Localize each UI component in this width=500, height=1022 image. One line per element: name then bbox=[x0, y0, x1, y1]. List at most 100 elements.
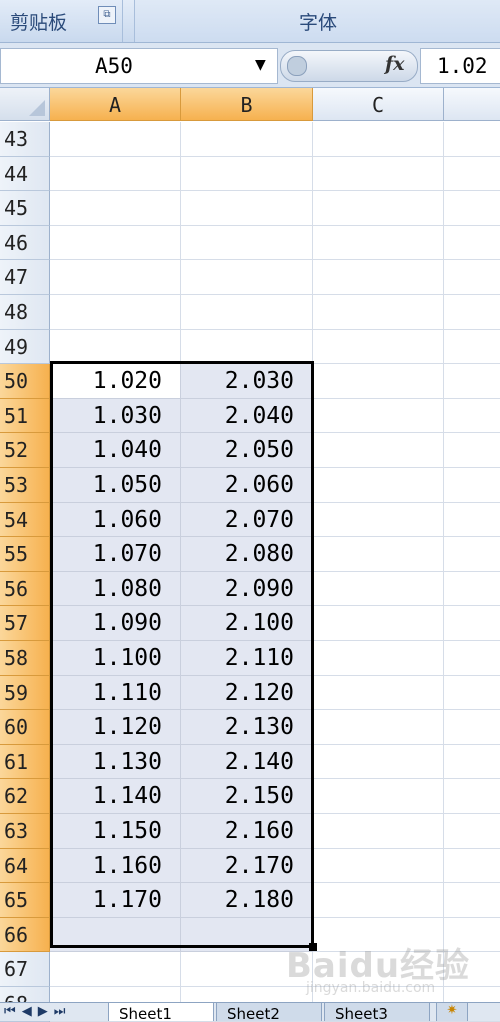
cell-d51[interactable] bbox=[444, 399, 500, 433]
row-header-64[interactable]: 64 bbox=[0, 849, 50, 883]
cell-d45[interactable] bbox=[444, 191, 500, 226]
cell-b43[interactable] bbox=[181, 122, 313, 157]
cell-c56[interactable] bbox=[313, 572, 444, 606]
cell-c51[interactable] bbox=[313, 399, 444, 433]
cell-d67[interactable] bbox=[444, 952, 500, 987]
cell-d55[interactable] bbox=[444, 537, 500, 572]
formula-input[interactable]: 1.02 bbox=[420, 48, 500, 84]
cell-a60[interactable]: 1.120 bbox=[50, 710, 181, 745]
cell-b44[interactable] bbox=[181, 157, 313, 191]
sheet-tab-1[interactable]: Sheet1 bbox=[108, 1003, 214, 1021]
cell-b51[interactable]: 2.040 bbox=[181, 399, 313, 433]
sheet-tab-3[interactable]: Sheet3 bbox=[324, 1003, 430, 1021]
cell-d58[interactable] bbox=[444, 641, 500, 676]
cell-c55[interactable] bbox=[313, 537, 444, 572]
cell-d50[interactable] bbox=[444, 364, 500, 399]
cell-b48[interactable] bbox=[181, 295, 313, 330]
cell-c43[interactable] bbox=[313, 122, 444, 157]
cell-c48[interactable] bbox=[313, 295, 444, 330]
row-header-45[interactable]: 45 bbox=[0, 191, 50, 226]
cell-a43[interactable] bbox=[50, 122, 181, 157]
cell-b47[interactable] bbox=[181, 260, 313, 295]
row-header-59[interactable]: 59 bbox=[0, 676, 50, 710]
cell-a59[interactable]: 1.110 bbox=[50, 676, 181, 710]
insert-function-button[interactable]: fx bbox=[385, 53, 405, 75]
cell-d62[interactable] bbox=[444, 779, 500, 814]
cell-a44[interactable] bbox=[50, 157, 181, 191]
dialog-launcher-icon[interactable]: ⧉ bbox=[98, 6, 116, 24]
cell-c57[interactable] bbox=[313, 606, 444, 641]
cell-a65[interactable]: 1.170 bbox=[50, 883, 181, 918]
cell-a57[interactable]: 1.090 bbox=[50, 606, 181, 641]
cell-d61[interactable] bbox=[444, 745, 500, 779]
cell-a47[interactable] bbox=[50, 260, 181, 295]
cell-b59[interactable]: 2.120 bbox=[181, 676, 313, 710]
cell-c67[interactable] bbox=[313, 952, 444, 987]
name-box[interactable]: A50 ▼ bbox=[0, 48, 278, 84]
cell-a56[interactable]: 1.080 bbox=[50, 572, 181, 606]
row-header-48[interactable]: 48 bbox=[0, 295, 50, 330]
cell-b66[interactable] bbox=[181, 918, 313, 952]
row-header-52[interactable]: 52 bbox=[0, 433, 50, 468]
cell-c63[interactable] bbox=[313, 814, 444, 849]
cell-c52[interactable] bbox=[313, 433, 444, 468]
row-header-65[interactable]: 65 bbox=[0, 883, 50, 918]
cell-b61[interactable]: 2.140 bbox=[181, 745, 313, 779]
cell-b58[interactable]: 2.110 bbox=[181, 641, 313, 676]
sheet-nav-buttons[interactable]: ⏮◀▶⏭ bbox=[0, 1004, 110, 1021]
column-header-c[interactable]: C bbox=[313, 88, 444, 121]
cell-c65[interactable] bbox=[313, 883, 444, 918]
insert-sheet-icon[interactable]: ✷ bbox=[436, 1003, 468, 1021]
cell-d54[interactable] bbox=[444, 503, 500, 537]
cell-d47[interactable] bbox=[444, 260, 500, 295]
cell-d66[interactable] bbox=[444, 918, 500, 952]
cell-a54[interactable]: 1.060 bbox=[50, 503, 181, 537]
cell-b64[interactable]: 2.170 bbox=[181, 849, 313, 883]
cell-c61[interactable] bbox=[313, 745, 444, 779]
cell-c59[interactable] bbox=[313, 676, 444, 710]
sheet-tab-2[interactable]: Sheet2 bbox=[216, 1003, 322, 1021]
cell-b60[interactable]: 2.130 bbox=[181, 710, 313, 745]
cell-b53[interactable]: 2.060 bbox=[181, 468, 313, 503]
cell-d46[interactable] bbox=[444, 226, 500, 260]
splitter-knob-icon[interactable] bbox=[287, 56, 307, 76]
row-header-57[interactable]: 57 bbox=[0, 606, 50, 641]
cell-a66[interactable] bbox=[50, 918, 181, 952]
cell-b63[interactable]: 2.160 bbox=[181, 814, 313, 849]
cell-c49[interactable] bbox=[313, 330, 444, 364]
select-all-button[interactable] bbox=[0, 88, 50, 121]
row-header-43[interactable]: 43 bbox=[0, 122, 50, 157]
cell-c62[interactable] bbox=[313, 779, 444, 814]
row-header-66[interactable]: 66 bbox=[0, 918, 50, 952]
cell-a63[interactable]: 1.150 bbox=[50, 814, 181, 849]
cell-d52[interactable] bbox=[444, 433, 500, 468]
row-header-44[interactable]: 44 bbox=[0, 157, 50, 191]
fill-handle[interactable] bbox=[309, 943, 317, 951]
cell-c44[interactable] bbox=[313, 157, 444, 191]
cell-d53[interactable] bbox=[444, 468, 500, 503]
row-header-56[interactable]: 56 bbox=[0, 572, 50, 606]
row-header-49[interactable]: 49 bbox=[0, 330, 50, 364]
cell-a64[interactable]: 1.160 bbox=[50, 849, 181, 883]
cell-a51[interactable]: 1.030 bbox=[50, 399, 181, 433]
cell-d60[interactable] bbox=[444, 710, 500, 745]
cell-a50[interactable]: 1.020 bbox=[50, 364, 181, 399]
cell-b57[interactable]: 2.100 bbox=[181, 606, 313, 641]
cell-b52[interactable]: 2.050 bbox=[181, 433, 313, 468]
row-header-63[interactable]: 63 bbox=[0, 814, 50, 849]
cell-a45[interactable] bbox=[50, 191, 181, 226]
cell-a61[interactable]: 1.130 bbox=[50, 745, 181, 779]
row-header-62[interactable]: 62 bbox=[0, 779, 50, 814]
row-header-61[interactable]: 61 bbox=[0, 745, 50, 779]
cell-c54[interactable] bbox=[313, 503, 444, 537]
cell-b49[interactable] bbox=[181, 330, 313, 364]
cell-a46[interactable] bbox=[50, 226, 181, 260]
row-header-46[interactable]: 46 bbox=[0, 226, 50, 260]
row-header-60[interactable]: 60 bbox=[0, 710, 50, 745]
column-header-a[interactable]: A bbox=[50, 88, 181, 121]
cell-c60[interactable] bbox=[313, 710, 444, 745]
cell-c53[interactable] bbox=[313, 468, 444, 503]
row-header-55[interactable]: 55 bbox=[0, 537, 50, 572]
cell-d59[interactable] bbox=[444, 676, 500, 710]
formula-bar-splitter[interactable]: fx bbox=[280, 50, 418, 82]
